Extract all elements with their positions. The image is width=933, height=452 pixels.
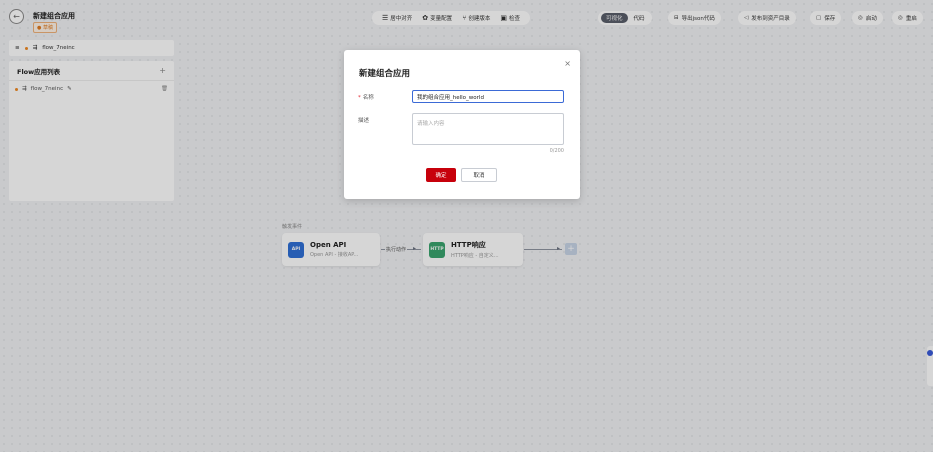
dialog-title: 新建组合应用	[359, 69, 411, 79]
create-app-dialog: 新建组合应用 × * 名称 我的组合应用_hello_world 描述 请输入内容…	[344, 50, 580, 199]
close-icon[interactable]: ×	[564, 59, 571, 68]
required-mark: *	[358, 95, 361, 101]
name-field[interactable]: 我的组合应用_hello_world	[412, 90, 564, 103]
cancel-button[interactable]: 取消	[461, 168, 497, 182]
name-label: * 名称	[358, 95, 374, 101]
char-counter: 0/200	[549, 148, 564, 154]
confirm-button[interactable]: 确定	[426, 168, 456, 182]
desc-label: 描述	[358, 118, 370, 124]
description-field[interactable]: 请输入内容	[412, 113, 564, 145]
